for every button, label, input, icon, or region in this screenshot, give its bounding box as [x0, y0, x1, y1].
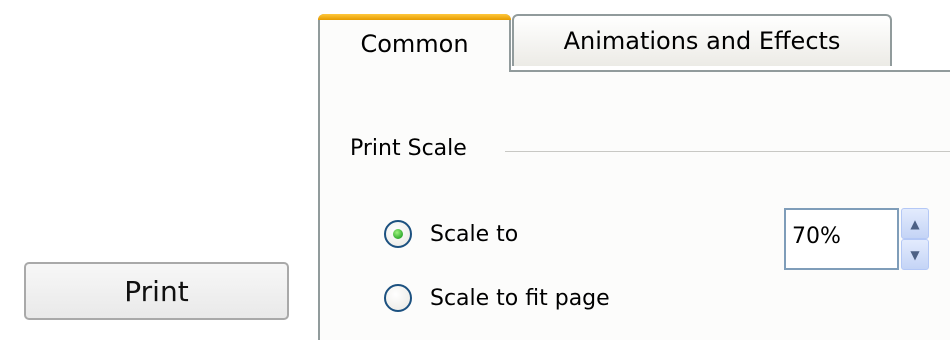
scale-stepper[interactable]: ▲ ▼ — [901, 208, 929, 270]
radio-checked-icon[interactable] — [384, 220, 412, 248]
tab-animations-and-effects[interactable]: Animations and Effects — [512, 14, 892, 66]
scale-to-fit-page-radio-option[interactable]: Scale to fit page — [384, 284, 610, 312]
chevron-down-icon: ▼ — [910, 247, 920, 262]
chevron-up-icon: ▲ — [910, 216, 920, 231]
spinner-down-button[interactable]: ▼ — [901, 239, 929, 270]
radio-unchecked-icon[interactable] — [384, 284, 412, 312]
scale-value-input[interactable]: 70% — [784, 208, 899, 270]
spinner-up-button[interactable]: ▲ — [901, 208, 929, 239]
print-options-dialog: Print Common Animations and Effects Prin… — [0, 0, 950, 340]
scale-to-label: Scale to — [430, 221, 519, 247]
print-scale-group-label: Print Scale — [350, 136, 467, 161]
tab-common-label: Common — [360, 30, 469, 58]
print-button[interactable]: Print — [24, 262, 289, 320]
group-divider — [505, 151, 950, 152]
tab-animations-label: Animations and Effects — [563, 27, 841, 55]
scale-to-fit-page-label: Scale to fit page — [430, 285, 610, 311]
scale-to-radio-option[interactable]: Scale to — [384, 220, 518, 248]
tab-common[interactable]: Common — [318, 14, 511, 72]
